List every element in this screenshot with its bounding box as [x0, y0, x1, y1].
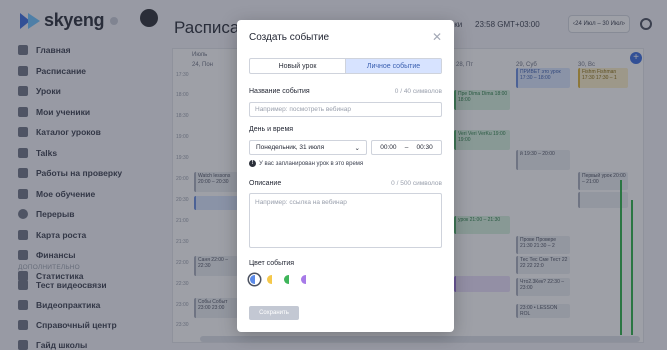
event-name-label: Название события	[249, 88, 310, 95]
color-picker	[249, 274, 311, 285]
date-select-value: Понедельник, 31 июля	[256, 144, 325, 151]
time-from[interactable]: 00:00	[380, 144, 396, 151]
time-separator: –	[404, 144, 409, 151]
description-label: Описание	[249, 180, 282, 187]
dialog-title: Создать событие	[249, 32, 330, 43]
info-icon: !	[249, 160, 256, 167]
event-name-counter: 0 / 40 символов	[394, 88, 442, 95]
time-range-input[interactable]: 00:00 – 00:30	[371, 140, 442, 155]
conflict-warning: ! У вас запланирован урок в это время	[249, 160, 363, 167]
color-swatch-purple[interactable]	[300, 274, 311, 285]
color-swatch-yellow[interactable]	[266, 274, 277, 285]
description-textarea[interactable]: Например: ссылка на вебинар	[249, 193, 442, 248]
tab-personal-event[interactable]: Личное событие	[345, 59, 441, 73]
tab-new-lesson[interactable]: Новый урок	[250, 59, 345, 73]
color-swatch-green[interactable]	[283, 274, 294, 285]
time-to[interactable]: 00:30	[417, 144, 433, 151]
color-swatch-blue[interactable]	[249, 274, 260, 285]
close-icon[interactable]: ✕	[432, 30, 442, 44]
datetime-label: День и время	[249, 126, 294, 133]
create-event-dialog: Создать событие ✕ Новый урок Личное собы…	[237, 20, 454, 332]
save-button[interactable]: Сохранить	[249, 306, 299, 320]
color-label: Цвет события	[249, 260, 295, 267]
description-counter: 0 / 500 символов	[391, 180, 442, 187]
conflict-warning-text: У вас запланирован урок в это время	[259, 160, 364, 167]
date-select[interactable]: Понедельник, 31 июля ⌄	[249, 140, 367, 155]
event-type-toggle: Новый урок Личное событие	[249, 58, 442, 74]
event-name-input[interactable]: Например: посмотреть вебинар	[249, 102, 442, 117]
chevron-down-icon: ⌄	[354, 144, 360, 152]
